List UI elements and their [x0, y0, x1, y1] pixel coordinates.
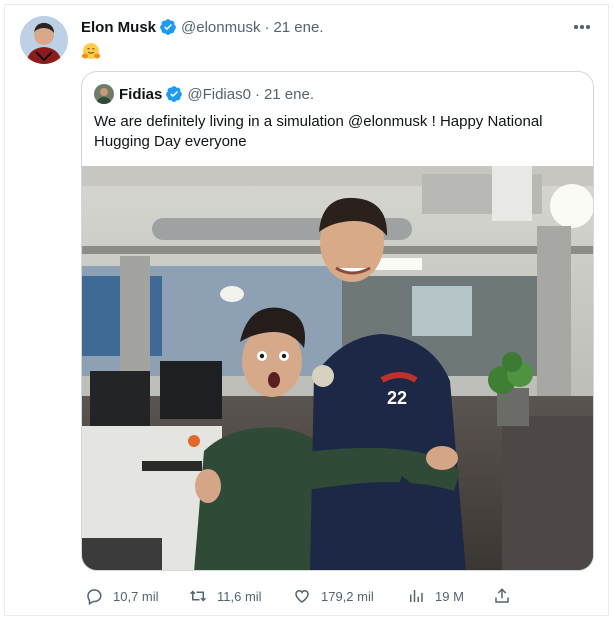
- views-count: 19 M: [435, 588, 464, 604]
- views-chart-icon: [410, 590, 423, 602]
- verified-badge-icon: [160, 19, 176, 35]
- author-avatar[interactable]: [20, 16, 68, 64]
- separator-dot: ·: [254, 85, 260, 103]
- quoted-author-avatar[interactable]: [94, 84, 114, 104]
- quoted-tweet-header: Fidias @Fidias0 · 21 ene.: [94, 84, 314, 104]
- quoted-tweet[interactable]: Fidias @Fidias0 · 21 ene. We are definit…: [81, 71, 594, 571]
- author-handle[interactable]: @elonmusk: [181, 19, 260, 36]
- views-button[interactable]: 19 M: [407, 585, 464, 607]
- reply-icon: [87, 589, 102, 605]
- reply-count: 10,7 mil: [113, 588, 159, 604]
- retweet-count: 11,6 mil: [217, 588, 262, 604]
- share-icon: [495, 588, 509, 603]
- tweet-date[interactable]: 21 ene.: [273, 19, 323, 36]
- tweet-header: Elon Musk @elonmusk · 21 ene.: [81, 17, 324, 37]
- hugging-face-emoji: [81, 41, 101, 61]
- tweet-card[interactable]: Elon Musk @elonmusk · 21 ene. Fidias @Fi…: [4, 4, 609, 616]
- quoted-author-handle[interactable]: @Fidias0: [187, 86, 251, 103]
- quoted-tweet-text: We are definitely living in a simulation…: [94, 113, 543, 150]
- svg-text:22: 22: [387, 388, 407, 408]
- like-button[interactable]: 179,2 mil: [293, 585, 374, 607]
- tweet-actions: 10,7 mil 11,6 mil 179,2 mil 19 M: [85, 585, 535, 607]
- verified-badge-icon: [166, 86, 183, 102]
- share-button[interactable]: [493, 585, 511, 607]
- like-count: 179,2 mil: [321, 588, 374, 604]
- retweet-button[interactable]: 11,6 mil: [189, 585, 262, 607]
- author-name[interactable]: Elon Musk: [81, 19, 156, 36]
- retweet-icon: [189, 590, 207, 602]
- more-options-icon[interactable]: [568, 17, 596, 37]
- quoted-tweet-date[interactable]: 21 ene.: [264, 86, 314, 103]
- separator-dot: ·: [264, 18, 270, 36]
- quoted-tweet-photo[interactable]: 22: [82, 166, 593, 570]
- reply-button[interactable]: 10,7 mil: [85, 585, 159, 607]
- quoted-author-name[interactable]: Fidias: [119, 86, 162, 103]
- heart-icon: [295, 589, 309, 603]
